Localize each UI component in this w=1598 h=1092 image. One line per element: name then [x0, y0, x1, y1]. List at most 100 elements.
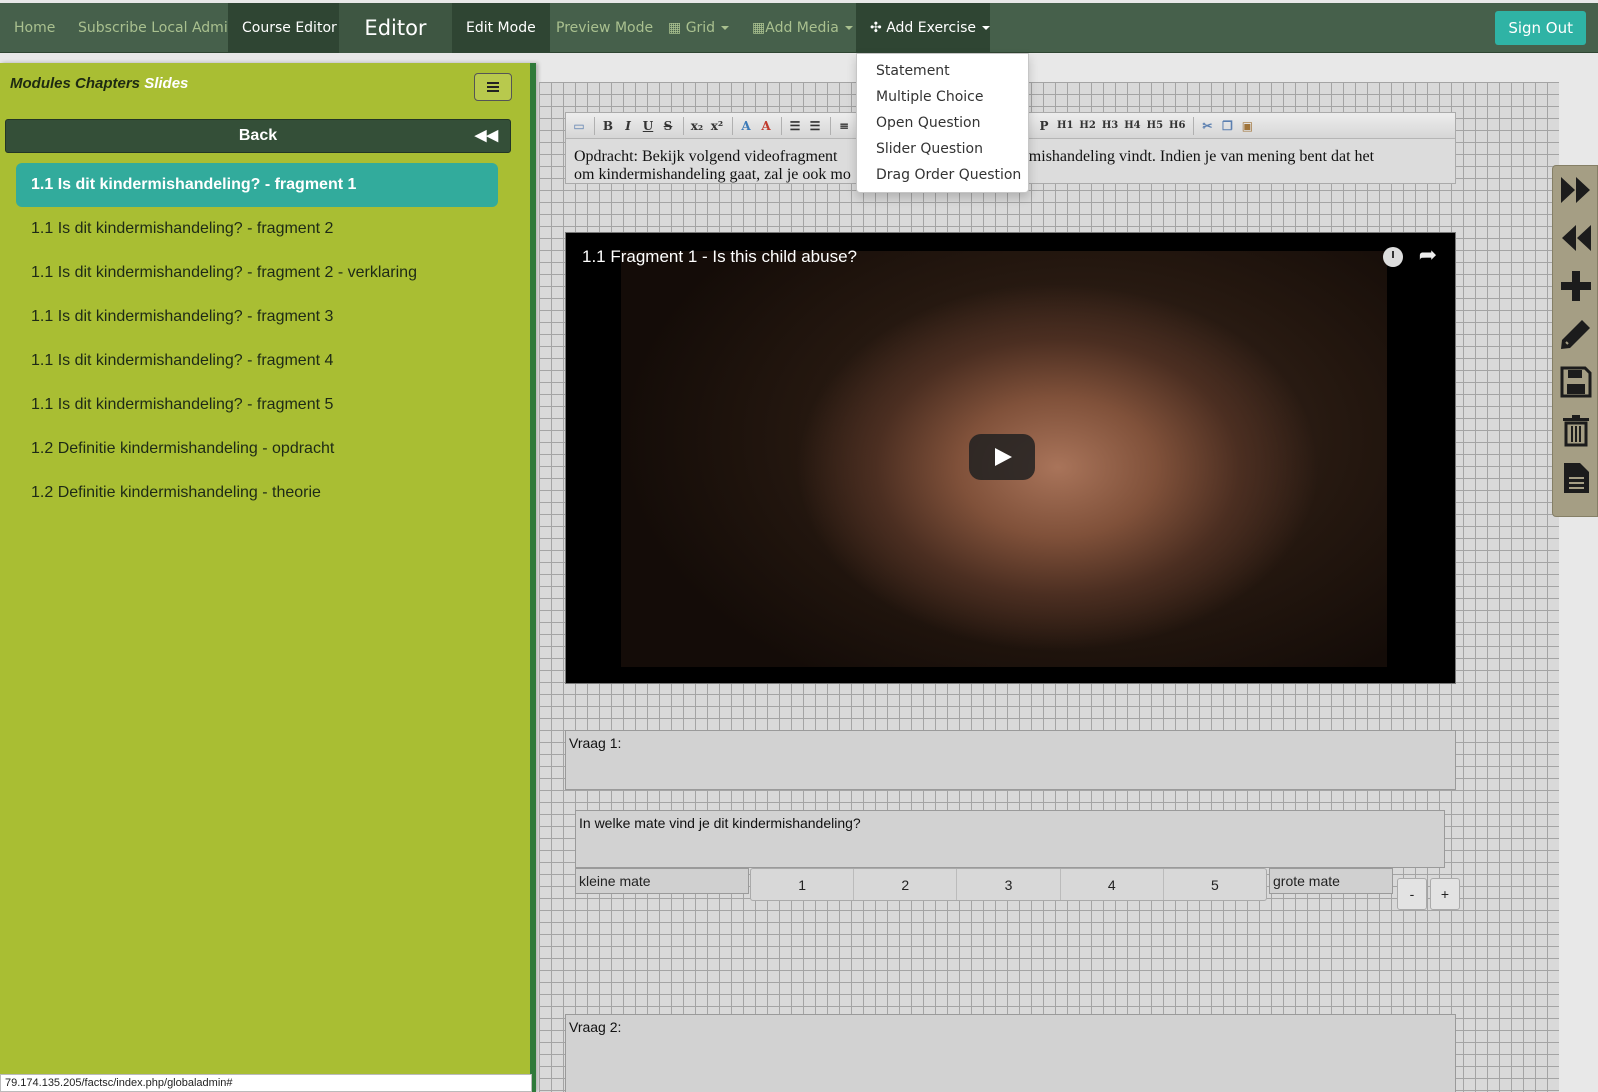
remove-format-icon[interactable]: A [757, 117, 775, 135]
menu-item-open-question[interactable]: Open Question [857, 110, 1028, 136]
menu-item-drag-order-question[interactable]: Drag Order Question [857, 162, 1028, 188]
breadcrumb-slides[interactable]: Slides [144, 75, 188, 92]
top-navbar: Home Subscribe Local Admin Course Editor… [0, 3, 1598, 53]
paragraph-button[interactable]: P [1035, 117, 1053, 135]
nav-add-media-dropdown[interactable]: ▦Add Media [738, 3, 867, 53]
slide-item[interactable]: 1.2 Definitie kindermishandeling - theor… [16, 471, 498, 515]
slide-item[interactable]: 1.1 Is dit kindermishandeling? - fragmen… [16, 163, 498, 207]
save-icon[interactable] [1558, 364, 1594, 400]
nav-grid-dropdown[interactable]: ▦ Grid [654, 3, 743, 53]
add-exercise-label: Add Exercise [886, 20, 976, 36]
rewind-icon[interactable] [1558, 220, 1594, 256]
slide-item[interactable]: 1.1 Is dit kindermishandeling? - fragmen… [16, 339, 498, 383]
menu-item-multiple-choice[interactable]: Multiple Choice [857, 84, 1028, 110]
slide-tools-panel [1552, 165, 1598, 517]
scale-right-label[interactable]: grote mate [1269, 868, 1393, 894]
h6-button[interactable]: H6 [1167, 117, 1187, 135]
h4-button[interactable]: H4 [1122, 117, 1142, 135]
question-1-text-field[interactable]: In welke mate vind je dit kindermishande… [575, 810, 1445, 868]
menu-item-slider-question[interactable]: Slider Question [857, 136, 1028, 162]
numbered-list-icon[interactable]: ☰ [786, 117, 804, 135]
slide-list: 1.1 Is dit kindermishandeling? - fragmen… [16, 163, 498, 515]
italic-button[interactable]: I [619, 117, 637, 135]
fast-forward-icon[interactable] [1558, 172, 1594, 208]
share-icon[interactable]: ➦ [1419, 242, 1437, 268]
underline-button[interactable]: U [639, 117, 657, 135]
media-icon: ▦ [752, 20, 766, 36]
editor-line-2-start: om kindermishandeling gaat, zal je ook m… [574, 166, 851, 183]
browser-status-url: 79.174.135.205/factsc/index.php/globalad… [0, 1074, 532, 1092]
toolbar-divider [830, 116, 831, 135]
video-title[interactable]: 1.1 Fragment 1 - Is this child abuse? [582, 247, 857, 267]
video-block[interactable]: 1.1 Fragment 1 - Is this child abuse? ➦ [565, 232, 1456, 684]
double-chevron-left-icon: ◀◀ [474, 127, 498, 144]
h1-button[interactable]: H1 [1055, 117, 1075, 135]
bold-button[interactable]: B [599, 117, 617, 135]
editor-line-1-start: Opdracht: Bekijk volgend videofragment [574, 148, 838, 165]
source-icon[interactable]: ▭ [570, 117, 588, 135]
slide-canvas: ▭ B I U S x₂ x² A A ☰ ☰ ≡ P H1 H2 H3 H4 … [539, 82, 1559, 1092]
back-button[interactable]: Back ◀◀ [5, 119, 511, 153]
plus-icon[interactable] [1558, 268, 1594, 304]
grid-icon: ▦ [668, 20, 682, 36]
toolbar-divider [732, 116, 733, 135]
text-color-icon[interactable]: A [737, 117, 755, 135]
nav-brand-editor: Editor [339, 3, 452, 53]
scale-option-1[interactable]: 1 [751, 869, 855, 900]
add-option-button[interactable]: + [1430, 878, 1460, 910]
nav-home[interactable]: Home [0, 3, 69, 53]
question-1-label-field[interactable]: Vraag 1: [565, 730, 1456, 790]
puzzle-icon: ✣ [870, 20, 882, 36]
slide-item[interactable]: 1.1 Is dit kindermishandeling? - fragmen… [16, 207, 498, 251]
question-2-label-field[interactable]: Vraag 2: [565, 1014, 1456, 1092]
h3-button[interactable]: H3 [1100, 117, 1120, 135]
play-button[interactable] [969, 434, 1035, 480]
subscript-button[interactable]: x₂ [688, 117, 706, 135]
scale-option-5[interactable]: 5 [1164, 869, 1266, 900]
scale-option-4[interactable]: 4 [1061, 869, 1164, 900]
sidebar-menu-button[interactable] [474, 73, 512, 101]
add-exercise-menu: Statement Multiple Choice Open Question … [856, 53, 1029, 193]
scale-option-3[interactable]: 3 [957, 869, 1061, 900]
strikethrough-button[interactable]: S [659, 117, 677, 135]
document-icon[interactable] [1558, 460, 1594, 496]
slider-question-scale: kleine mate 1 2 3 4 5 grote mate - + [575, 868, 1460, 910]
breadcrumb-modules-chapters[interactable]: Modules Chapters [10, 75, 144, 92]
slide-item[interactable]: 1.1 Is dit kindermishandeling? - fragmen… [16, 383, 498, 427]
slides-sidebar: Modules Chapters Slides Back ◀◀ 1.1 Is d… [0, 63, 536, 1092]
sidebar-title: Modules Chapters Slides [10, 75, 188, 92]
h5-button[interactable]: H5 [1145, 117, 1165, 135]
trash-icon[interactable] [1558, 412, 1594, 448]
toolbar-divider [1193, 116, 1195, 135]
scale-option-2[interactable]: 2 [854, 869, 958, 900]
slide-item[interactable]: 1.1 Is dit kindermishandeling? - fragmen… [16, 251, 498, 295]
nav-course-editor[interactable]: Course Editor [228, 3, 351, 53]
slide-item[interactable]: 1.2 Definitie kindermishandeling - opdra… [16, 427, 498, 471]
pencil-icon[interactable] [1558, 316, 1594, 352]
toolbar-divider [683, 116, 684, 135]
sign-out-button[interactable]: Sign Out [1495, 11, 1586, 45]
brand-label: Editor [364, 16, 427, 40]
bulleted-list-icon[interactable]: ☰ [806, 117, 824, 135]
menu-item-statement[interactable]: Statement [857, 58, 1028, 84]
back-label: Back [238, 127, 278, 144]
nav-subscribe-local-admin[interactable]: Subscribe Local Admin [64, 3, 251, 53]
caret-down-icon [982, 26, 990, 30]
slide-item[interactable]: 1.1 Is dit kindermishandeling? - fragmen… [16, 295, 498, 339]
align-icon[interactable]: ≡ [835, 117, 853, 135]
add-media-label: Add Media [765, 20, 839, 36]
scale-left-label[interactable]: kleine mate [575, 868, 749, 894]
nav-edit-mode[interactable]: Edit Mode [452, 3, 550, 53]
toolbar-divider [781, 116, 782, 135]
nav-preview-mode[interactable]: Preview Mode [542, 3, 667, 53]
paste-icon[interactable]: ▣ [1238, 117, 1256, 135]
toolbar-divider [594, 116, 595, 135]
h2-button[interactable]: H2 [1077, 117, 1097, 135]
cut-icon[interactable]: ✂ [1198, 117, 1216, 135]
nav-add-exercise-dropdown[interactable]: ✣ Add Exercise [856, 3, 990, 53]
superscript-button[interactable]: x² [708, 117, 726, 135]
copy-icon[interactable]: ❐ [1218, 117, 1236, 135]
remove-option-button[interactable]: - [1397, 878, 1427, 910]
menu-icon [487, 82, 499, 92]
clock-icon[interactable] [1383, 247, 1403, 267]
